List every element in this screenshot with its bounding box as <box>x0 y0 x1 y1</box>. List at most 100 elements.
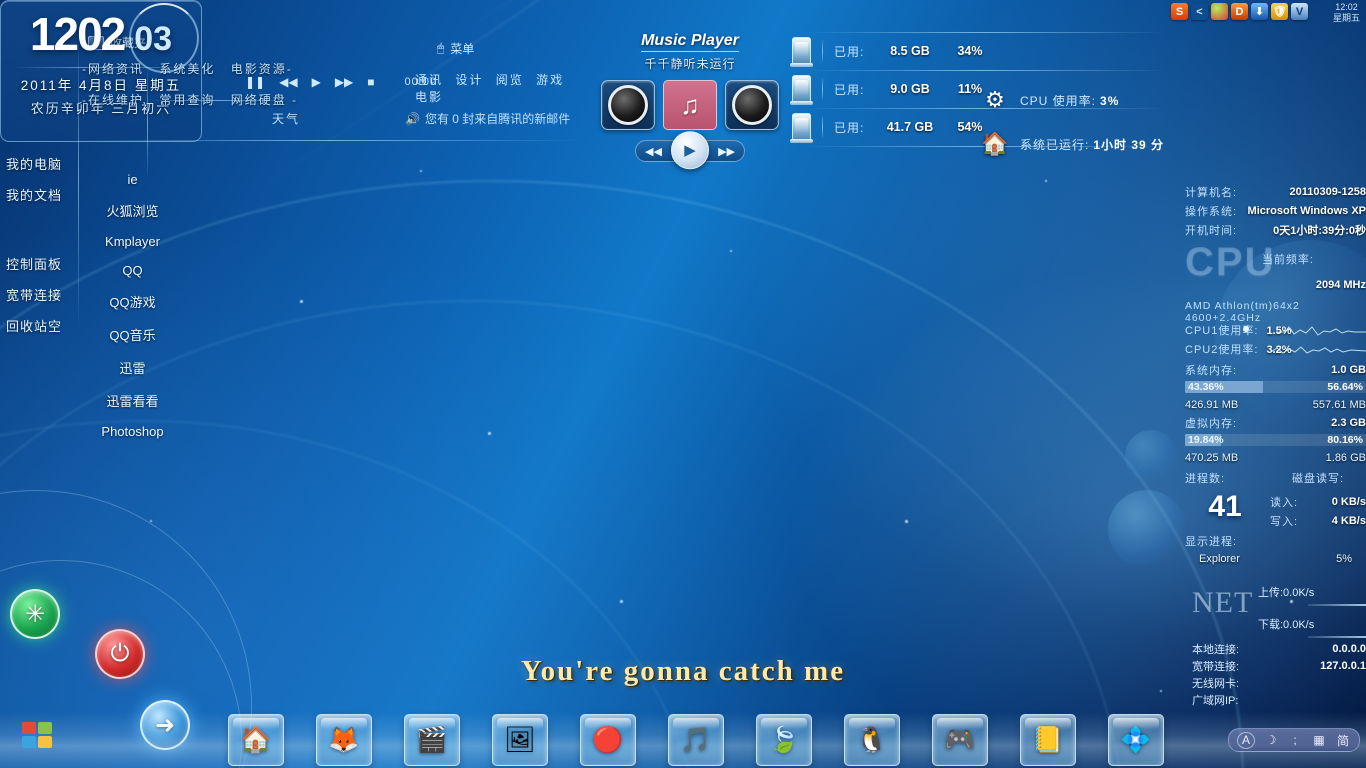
virtual-memory-row: 虚拟内存: 2.3 GB <box>1185 413 1366 432</box>
dock-item-photos[interactable]: 🖼 <box>492 714 548 766</box>
music-player-widget: Music Player 千千静听未运行 ♫ ◀◀ ▶▶ ▶ <box>590 32 790 172</box>
desktop-icon-my-documents[interactable]: 我的文档 <box>6 179 90 210</box>
desktop-icon-kmplayer[interactable]: Kmplayer <box>80 227 185 256</box>
music-play-button[interactable]: ▶ <box>671 131 709 170</box>
desktop-icon-qq-music[interactable]: QQ音乐 <box>80 318 185 351</box>
dock-item-kmplayer[interactable]: 🎬 <box>404 714 460 766</box>
menu-item-communication[interactable]: 通讯 <box>415 73 443 87</box>
desktop-icon-thunder-kankan[interactable]: 迅雷看看 <box>80 384 185 417</box>
upload-speed: 上传:0.0K/s <box>1258 587 1315 599</box>
virtual-memory-meter: 19.84% 80.16% <box>1185 434 1366 446</box>
desktop-icons-system: 我的电脑 我的文档 控制面板 宽带连接 回收站空 <box>6 148 90 341</box>
mail-notice: 🔊 您有 0 封来自腾讯的新邮件 <box>405 110 570 127</box>
dock-item-thunder[interactable]: 🔴 <box>580 714 636 766</box>
punctuation-icon[interactable]: ; <box>1287 733 1303 748</box>
arrow-icon[interactable]: < <box>1191 3 1208 20</box>
simplified-chinese-icon[interactable]: 简 <box>1335 733 1351 748</box>
clock-minute: 02 <box>77 8 126 60</box>
desktop-icon-qq-games[interactable]: QQ游戏 <box>80 285 185 318</box>
desktop-icon-qq[interactable]: QQ <box>80 256 185 285</box>
boot-time-label: 开机时间: <box>1185 224 1238 237</box>
desktop-icon-ie[interactable]: ie <box>80 165 185 194</box>
favorites-link-online-repair[interactable]: -在线维护 <box>82 93 144 107</box>
music-next-button[interactable]: ▶▶ <box>718 145 735 158</box>
home-icon[interactable]: 🏠 <box>981 131 1008 157</box>
tray-clock[interactable]: 12:02 星期五 <box>1333 2 1360 24</box>
ime-mode-icon[interactable]: A <box>1237 731 1255 749</box>
disk-usage-widget: 已用: 8.5 GB 34% 已用: 9.0 GB 11% 已用: 41.7 G… <box>786 32 1166 164</box>
uptime-label: 系统已运行: <box>1020 137 1090 152</box>
system-tray: S < D ⬇ 🛡 V <box>1171 3 1308 20</box>
desktop-icon-recycle-bin[interactable]: 回收站空 <box>6 310 90 341</box>
dock-bar: 🏠 🦊 🎬 🖼 🔴 🎵 🍃 🐧 🎮 📒 💠 <box>0 712 1366 768</box>
dock-item-misc[interactable]: 💠 <box>1108 714 1164 766</box>
menu-item-games[interactable]: 游戏 <box>536 73 564 87</box>
dock-item-games[interactable]: 🎮 <box>932 714 988 766</box>
virtual-memory-left-percent: 19.84% <box>1188 434 1224 446</box>
system-memory-label: 系统内存: <box>1185 364 1238 377</box>
desktop-icon-thunder[interactable]: 迅雷 <box>80 351 185 384</box>
play-icon[interactable]: ▶ <box>312 75 321 89</box>
dock-item-media[interactable]: 🎵 <box>668 714 724 766</box>
favorites-link-movies[interactable]: 电影资源- <box>231 62 293 76</box>
misc-icon: 💠 <box>1120 725 1152 754</box>
menu-item-design[interactable]: 设计 <box>455 73 483 87</box>
desktop-icon-my-computer[interactable]: 我的电脑 <box>6 148 90 179</box>
disk-used-label: 已用: <box>834 44 865 59</box>
dock-item-firefox[interactable]: 🦊 <box>316 714 372 766</box>
stop-icon[interactable]: ■ <box>367 75 374 89</box>
drive-icon <box>790 113 813 143</box>
tray-clock-day: 星期五 <box>1332 13 1360 23</box>
disk-used-value: 9.0 GB <box>890 82 930 96</box>
menu-item-movies[interactable]: 电影 <box>415 90 443 104</box>
top-process-percent: 5% <box>1336 552 1352 565</box>
moon-icon[interactable]: ☽ <box>1263 733 1279 748</box>
dock-item-qq[interactable]: 🐧 <box>844 714 900 766</box>
favorites-link-news[interactable]: -网络资讯 <box>82 62 144 76</box>
cpu2-label: CPU2使用率: <box>1185 344 1259 356</box>
tray-clock-time: 12:02 <box>1335 2 1358 12</box>
network-widget: NET 上传:0.0K/s 下载:0.0K/s 本地连接: 0.0.0.0 宽带… <box>1192 578 1366 708</box>
virtual-memory-value: 2.3 GB <box>1331 416 1366 429</box>
weather-label[interactable]: 天气 <box>272 110 300 127</box>
desktop-icon-broadband[interactable]: 宽带连接 <box>6 279 90 310</box>
shield-icon[interactable]: 🛡 <box>1271 3 1288 20</box>
pause-icon[interactable]: ❚❚ <box>245 75 265 89</box>
disk-write-label: 写入: <box>1270 515 1299 528</box>
dock-item-notes[interactable]: 📒 <box>1020 714 1076 766</box>
restart-icon: ✳ <box>24 600 46 628</box>
antivirus-icon[interactable]: V <box>1291 3 1308 20</box>
menu-items: 通讯 设计 阅览 游戏 电影 <box>415 71 590 105</box>
sogou-ime-icon[interactable]: S <box>1171 3 1188 20</box>
menu-item-browse[interactable]: 阅览 <box>496 73 524 87</box>
keyboard-icon[interactable]: ▦ <box>1311 733 1327 748</box>
speaker-icon[interactable]: 🔊 <box>405 112 420 126</box>
restart-button[interactable]: ✳ <box>10 589 60 639</box>
download-icon[interactable]: ⬇ <box>1251 3 1268 20</box>
music-note-icon[interactable]: ♫ <box>663 80 717 130</box>
music-previous-button[interactable]: ◀◀ <box>645 145 662 158</box>
virtual-memory-used-mb: 470.25 MB <box>1185 451 1239 464</box>
previous-icon[interactable]: ◀◀ <box>279 75 297 89</box>
notes-icon: 📒 <box>1032 725 1064 754</box>
desktop-icon-photoshop[interactable]: Photoshop <box>80 417 185 446</box>
process-count-value: 41 <box>1208 490 1242 523</box>
next-icon[interactable]: ▶▶ <box>335 75 353 89</box>
cpu-usage-row: ⚙ CPU 使用率: 3% <box>982 78 1166 122</box>
windows-logo-icon[interactable] <box>22 722 54 750</box>
gear-icon[interactable]: ⚙ <box>982 87 1008 113</box>
desktop-icon-firefox[interactable]: 火狐浏览 <box>80 194 185 227</box>
duba-icon[interactable]: D <box>1231 3 1248 20</box>
menu-header: 🖱 菜单 <box>437 40 590 57</box>
ime-language-bar[interactable]: A ☽ ; ▦ 简 <box>1228 728 1360 752</box>
disk-read-label: 读入: <box>1270 496 1299 509</box>
dock-item-leaf[interactable]: 🍃 <box>756 714 812 766</box>
dock-item-home[interactable]: 🏠 <box>228 714 284 766</box>
qq-doctor-icon[interactable] <box>1211 3 1228 20</box>
speaker-right-icon <box>725 80 779 130</box>
shutdown-button[interactable]: ⏻ <box>95 629 145 679</box>
disk-write-value: 4 KB/s <box>1331 514 1366 527</box>
wan-ip-label: 广域网IP: <box>1192 694 1239 707</box>
desktop-icon-control-panel[interactable]: 控制面板 <box>6 248 90 279</box>
boot-time-value: 0天1小时:39分:0秒 <box>1273 224 1366 237</box>
